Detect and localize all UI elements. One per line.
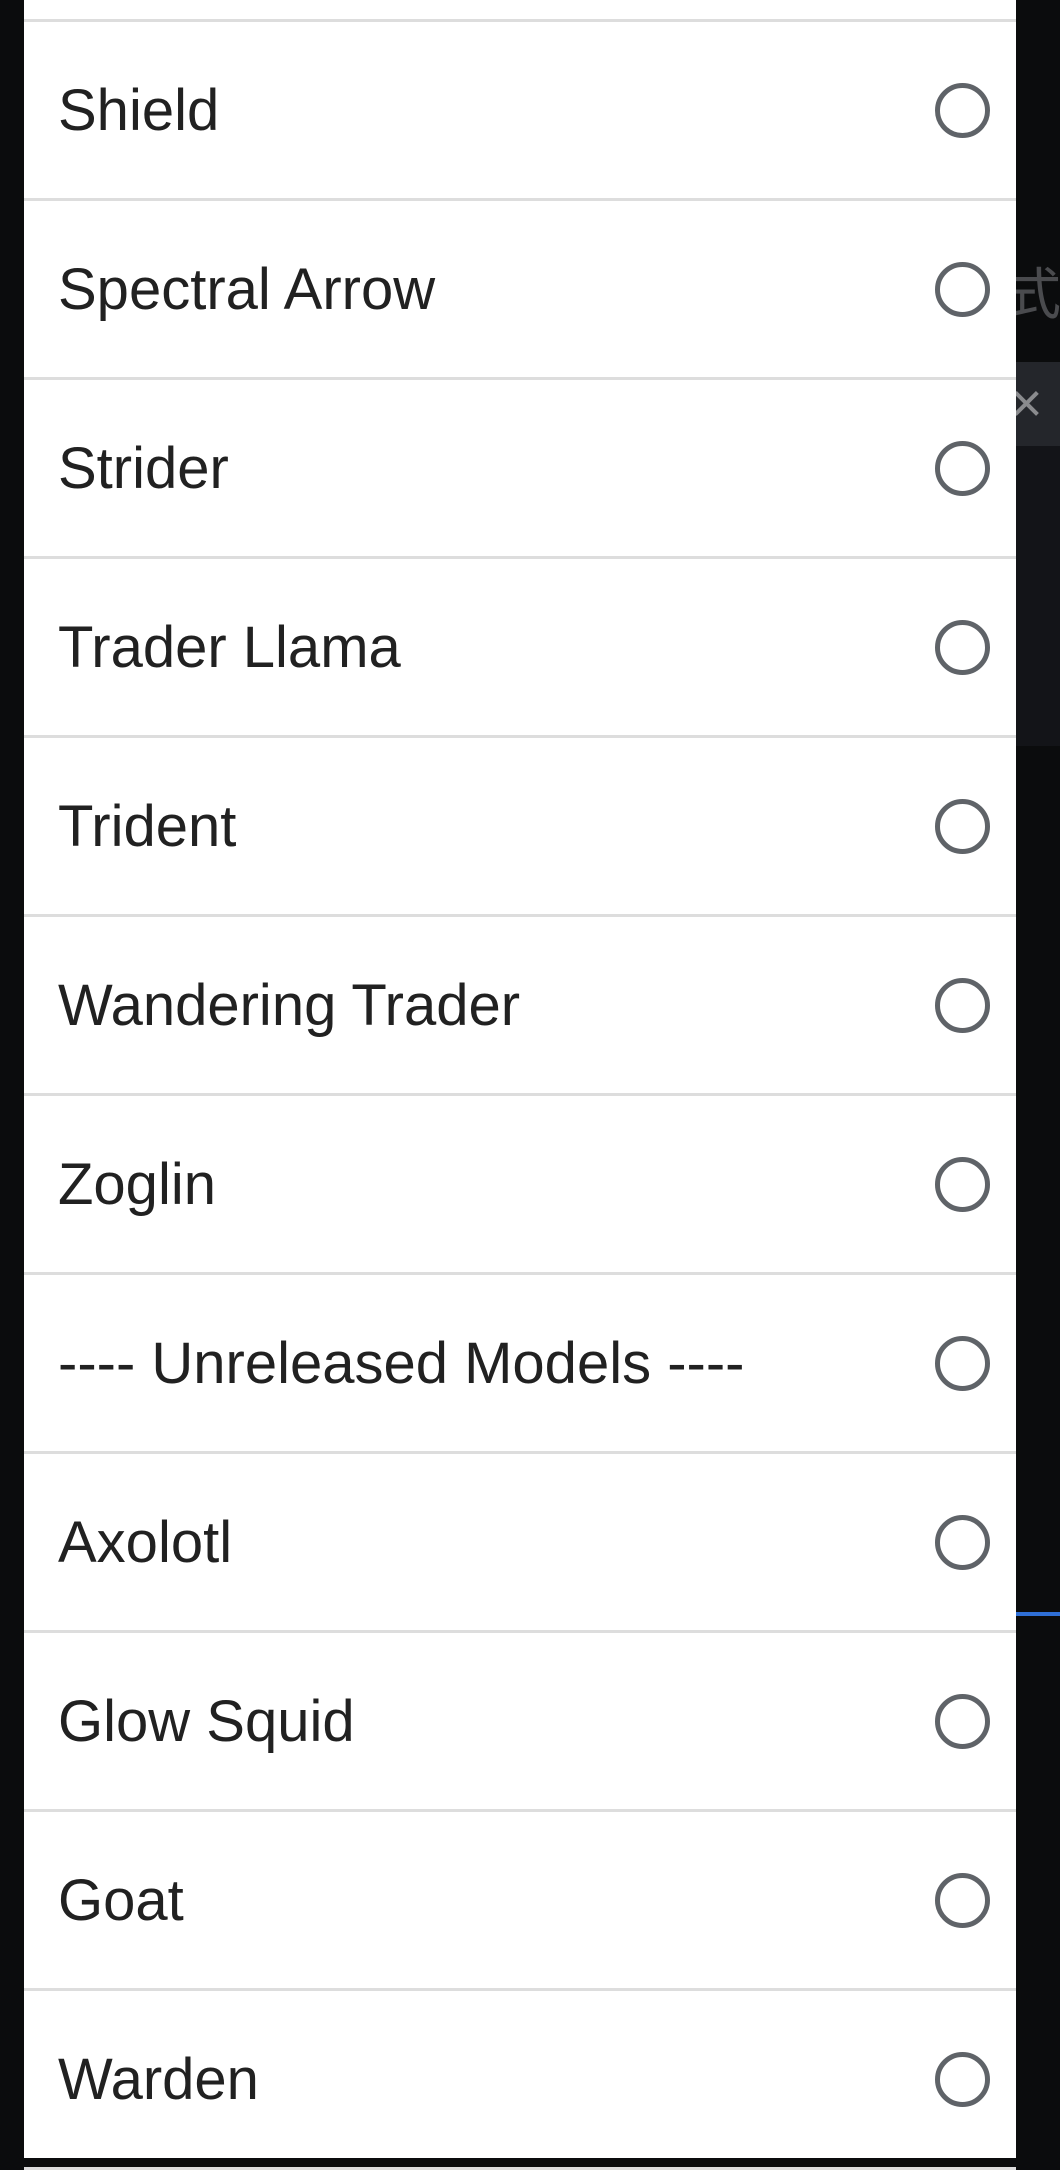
option-item[interactable]: Axolotl	[24, 1454, 1016, 1633]
radio-button-icon[interactable]	[935, 619, 990, 675]
option-label: Trident	[58, 793, 237, 859]
option-label: Spectral Arrow	[58, 256, 436, 322]
option-label: Wandering Trader	[58, 972, 521, 1038]
radio-button-icon[interactable]	[935, 1335, 990, 1391]
radio-button-icon[interactable]	[935, 977, 990, 1033]
option-label: Goat	[58, 1867, 184, 1933]
option-item[interactable]: Goat	[24, 1812, 1016, 1991]
radio-button-icon[interactable]	[935, 261, 990, 317]
options-list[interactable]: Shield Spectral Arrow Strider Trader Llama T…	[24, 22, 1016, 2170]
option-item[interactable]: Warden	[24, 1991, 1016, 2170]
radio-button-icon[interactable]	[935, 1693, 990, 1749]
radio-button-icon[interactable]	[935, 2051, 990, 2107]
divider	[24, 0, 1016, 22]
background-panel	[1016, 446, 1060, 746]
option-item[interactable]: Shield	[24, 22, 1016, 201]
option-item[interactable]: Spectral Arrow	[24, 201, 1016, 380]
option-item[interactable]: Trader Llama	[24, 559, 1016, 738]
option-label: Glow Squid	[58, 1688, 355, 1754]
radio-button-icon[interactable]	[935, 1872, 990, 1928]
option-label: Zoglin	[58, 1151, 216, 1217]
option-item[interactable]: Wandering Trader	[24, 917, 1016, 1096]
option-label: Shield	[58, 77, 220, 143]
option-label: Trader Llama	[58, 614, 401, 680]
radio-button-icon[interactable]	[935, 440, 990, 496]
background-accent-line	[1016, 1612, 1060, 1616]
option-item[interactable]: Glow Squid	[24, 1633, 1016, 1812]
radio-button-icon[interactable]	[935, 798, 990, 854]
option-item[interactable]: Trident	[24, 738, 1016, 917]
model-select-dialog: Shield Spectral Arrow Strider Trader Llama T…	[24, 0, 1016, 2170]
option-label: Axolotl	[58, 1509, 233, 1575]
option-item[interactable]: ---- Unreleased Models ----	[24, 1275, 1016, 1454]
radio-button-icon[interactable]	[935, 82, 990, 138]
radio-button-icon[interactable]	[935, 1514, 990, 1570]
option-label: Strider	[58, 435, 229, 501]
option-label: Warden	[58, 2046, 259, 2112]
radio-button-icon[interactable]	[935, 1156, 990, 1212]
option-label: ---- Unreleased Models ----	[58, 1330, 745, 1396]
option-item[interactable]: Strider	[24, 380, 1016, 559]
option-item[interactable]: Zoglin	[24, 1096, 1016, 1275]
